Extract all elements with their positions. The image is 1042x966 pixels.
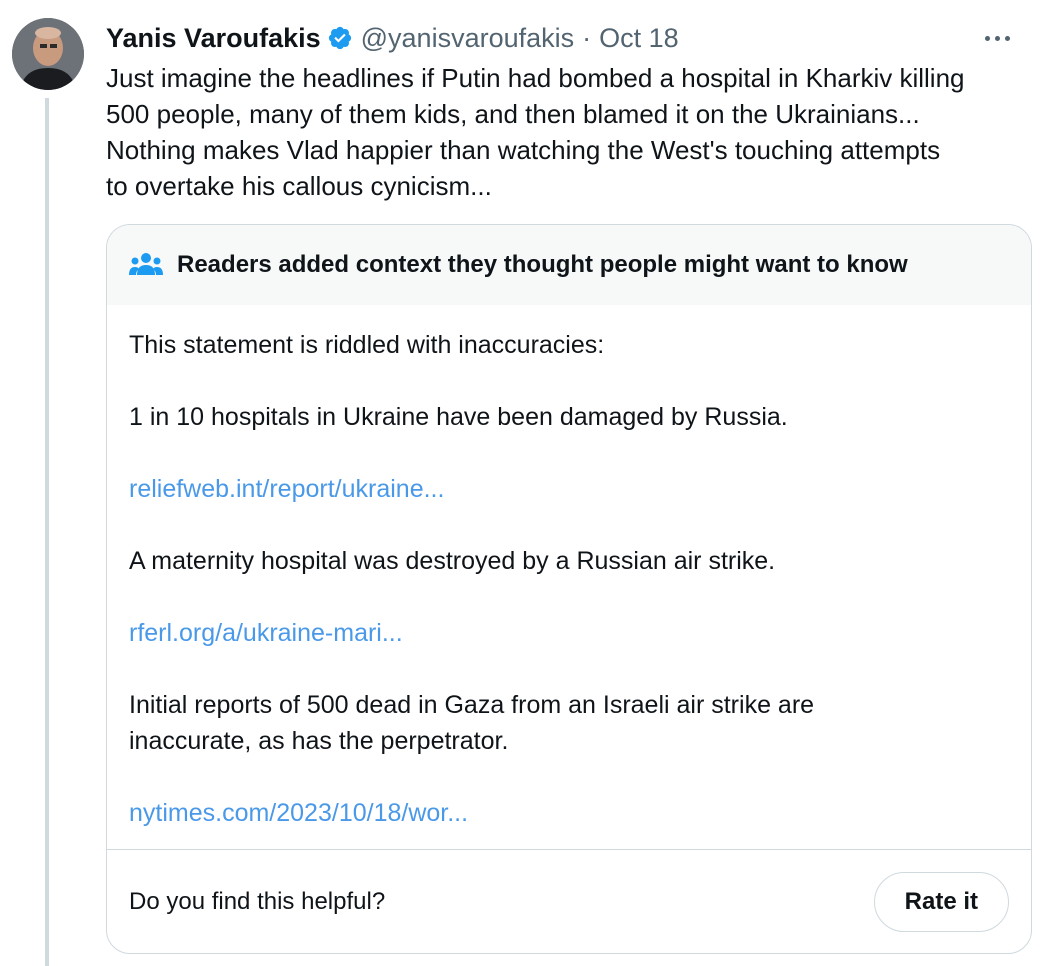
tweet-header: Yanis Varoufakis @yanisvaroufakis · Oct … xyxy=(106,18,1022,58)
separator-dot: · xyxy=(582,22,592,53)
avatar-image xyxy=(12,18,84,90)
more-options-button[interactable] xyxy=(985,18,1010,58)
tweet-text-line: to overtake his callous cynicism... xyxy=(106,171,492,201)
note-item: Initial reports of 500 dead in Gaza from… xyxy=(129,687,1009,759)
avatar[interactable] xyxy=(12,18,84,90)
community-note-title: Readers added context they thought peopl… xyxy=(177,251,908,278)
more-dot-icon xyxy=(1005,35,1010,41)
note-item-line: inaccurate, as has the perpetrator. xyxy=(129,727,509,755)
tweet-text-line: Just imagine the headlines if Putin had … xyxy=(106,63,965,93)
more-dot-icon xyxy=(995,35,1000,41)
people-icon xyxy=(129,253,163,275)
tweet-text: Just imagine the headlines if Putin had … xyxy=(106,60,1026,204)
note-item: A maternity hospital was destroyed by a … xyxy=(129,547,776,575)
more-dot-icon xyxy=(985,35,990,41)
author-handle[interactable]: @yanisvaroufakis xyxy=(361,23,575,54)
author-name[interactable]: Yanis Varoufakis xyxy=(106,23,321,54)
tweet-text-line: 500 people, many of them kids, and then … xyxy=(106,99,920,129)
note-item-line: Initial reports of 500 dead in Gaza from… xyxy=(129,691,815,719)
tweet-date[interactable]: Oct 18 xyxy=(599,23,679,54)
verified-badge-icon xyxy=(328,26,351,50)
rate-it-button[interactable]: Rate it xyxy=(873,871,1009,932)
helpful-question: Do you find this helpful? xyxy=(129,887,386,915)
tweet: Yanis Varoufakis @yanisvaroufakis · Oct … xyxy=(0,0,1042,966)
community-note: Readers added context they thought peopl… xyxy=(106,224,1032,954)
tweet-text-line: Nothing makes Vlad happier than watching… xyxy=(106,135,941,165)
thread-line xyxy=(45,98,49,966)
community-note-footer: Do you find this helpful? Rate it xyxy=(107,849,1031,953)
note-item: 1 in 10 hospitals in Ukraine have been d… xyxy=(129,403,788,431)
note-source-link[interactable]: reliefweb.int/report/ukraine... xyxy=(129,471,1009,507)
note-source-link[interactable]: nytimes.com/2023/10/18/wor... xyxy=(129,795,1009,831)
note-intro: This statement is riddled with inaccurac… xyxy=(129,331,605,359)
note-source-link[interactable]: rferl.org/a/ukraine-mari... xyxy=(129,615,1009,651)
community-note-header: Readers added context they thought peopl… xyxy=(107,225,1031,305)
community-note-body: This statement is riddled with inaccurac… xyxy=(107,305,1031,831)
